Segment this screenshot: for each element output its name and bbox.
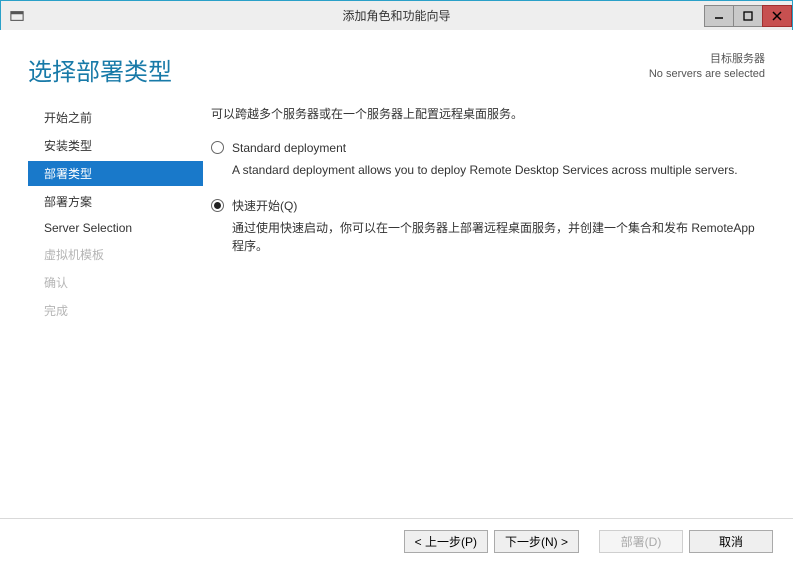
target-label: 目标服务器: [649, 52, 765, 67]
deploy-button: 部署(D): [599, 530, 683, 553]
option-description-standard: A standard deployment allows you to depl…: [232, 161, 765, 179]
option-label-standard: Standard deployment: [232, 139, 346, 157]
sidebar-step-5: 虚拟机模板: [28, 242, 203, 267]
radio-standard[interactable]: [211, 141, 224, 154]
sidebar-step-4[interactable]: Server Selection: [28, 217, 203, 239]
target-status: No servers are selected: [649, 67, 765, 82]
sidebar-step-6: 确认: [28, 270, 203, 295]
sidebar-step-1[interactable]: 安装类型: [28, 133, 203, 158]
option-label-quick: 快速开始(Q): [232, 197, 297, 215]
next-button[interactable]: 下一步(N) >: [494, 530, 579, 553]
sidebar-step-0[interactable]: 开始之前: [28, 105, 203, 130]
footer-buttons: < 上一步(P) 下一步(N) > 部署(D) 取消: [0, 518, 793, 564]
intro-text: 可以跨越多个服务器或在一个服务器上配置远程桌面服务。: [211, 105, 765, 123]
cancel-button[interactable]: 取消: [689, 530, 773, 553]
previous-button[interactable]: < 上一步(P): [404, 530, 488, 553]
main-panel: 可以跨越多个服务器或在一个服务器上配置远程桌面服务。 Standard depl…: [203, 105, 765, 326]
option-description-quick: 通过使用快速启动，你可以在一个服务器上部署远程桌面服务，并创建一个集合和发布 R…: [232, 219, 765, 255]
sidebar-step-3[interactable]: 部署方案: [28, 189, 203, 214]
page-title: 选择部署类型: [28, 52, 172, 87]
window-title: 添加角色和功能向导: [1, 7, 792, 24]
titlebar: 添加角色和功能向导: [1, 1, 792, 31]
radio-quick[interactable]: [211, 199, 224, 212]
deployment-option-quick[interactable]: 快速开始(Q): [211, 197, 765, 215]
deployment-option-standard[interactable]: Standard deployment: [211, 139, 765, 157]
sidebar-step-2[interactable]: 部署类型: [28, 161, 203, 186]
wizard-steps-sidebar: 开始之前安装类型部署类型部署方案 Server Selection 虚拟机模板确认完…: [28, 105, 203, 326]
sidebar-step-7: 完成: [28, 298, 203, 323]
target-server-box: 目标服务器 No servers are selected: [649, 52, 765, 83]
